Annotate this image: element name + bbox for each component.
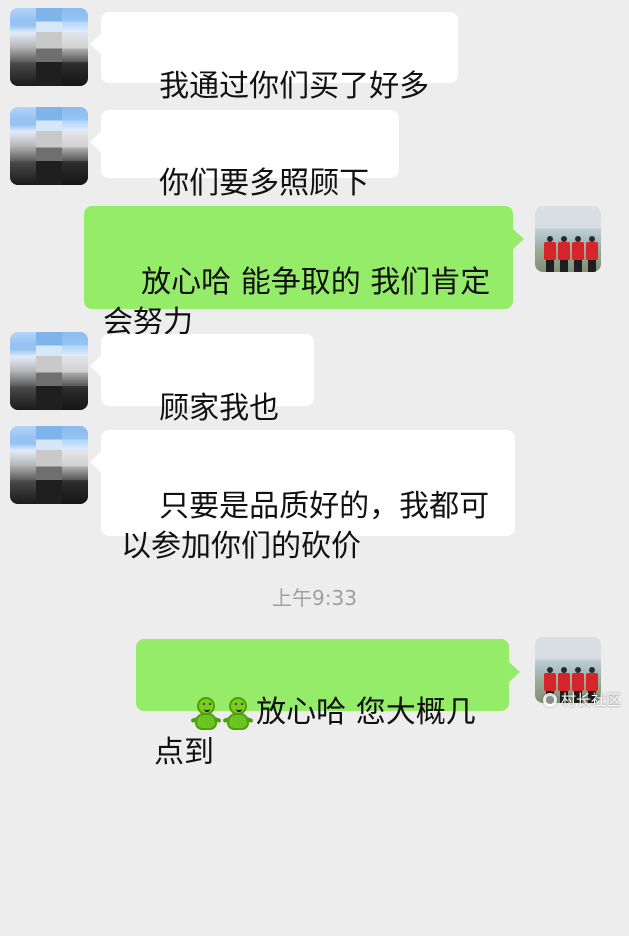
incoming-message-bubble: 我通过你们买了好多东西	[90, 12, 458, 144]
incoming-message-bubble: 顾家我也要买	[90, 334, 314, 466]
contact-avatar[interactable]	[10, 107, 88, 185]
contact-avatar[interactable]	[10, 332, 88, 410]
green-character-emoji-icon	[190, 696, 222, 732]
incoming-message-bubble: 你们要多照顾下我啊	[90, 110, 399, 241]
outgoing-message-bubble: 放心哈 能争取的 我们肯定会努力	[84, 206, 524, 340]
contact-avatar[interactable]	[10, 426, 88, 504]
watermark-text: 村长社区	[560, 691, 621, 709]
group-photo-avatar	[538, 230, 598, 272]
incoming-message-bubble: 只要是品质好的，我都可以参加你们的砍价	[90, 430, 515, 564]
message-text: 放心哈 能争取的 我们肯定会努力	[103, 265, 491, 340]
watermark-icon	[542, 692, 557, 707]
message-timestamp: 上午9:33	[272, 586, 357, 610]
chat-window: 我通过你们买了好多东西 你们要多照顾下我啊 放心哈 能争取的 我们肯定会努力 顾…	[0, 0, 629, 770]
contact-avatar[interactable]	[10, 8, 88, 86]
message-text: 只要是品质好的，我都可以参加你们的砍价	[121, 489, 490, 564]
watermark: 村长社区	[542, 689, 621, 710]
green-character-emoji-icon	[222, 696, 254, 732]
outgoing-message-bubble: 放心哈 您大概几点到	[136, 639, 520, 770]
user-avatar[interactable]	[535, 206, 601, 272]
